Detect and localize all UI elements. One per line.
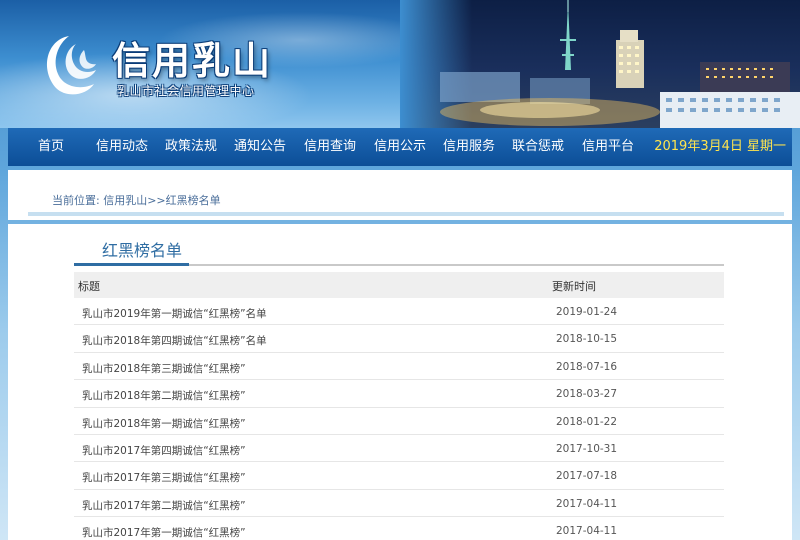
nav-item-services[interactable]: 信用服务 bbox=[443, 128, 495, 166]
section-title: 红黑榜名单 bbox=[102, 241, 183, 260]
column-header-updated: 更新时间 bbox=[552, 280, 596, 293]
nav-item-discipline[interactable]: 联合惩戒 bbox=[512, 128, 564, 166]
table-row[interactable]: 乳山市2018年第一期诚信“红黑榜” 2018-01-22 bbox=[74, 408, 724, 435]
row-date: 2018-07-16 bbox=[556, 360, 618, 373]
table-header: 标题 更新时间 bbox=[74, 272, 724, 298]
row-date: 2019-01-24 bbox=[556, 306, 618, 318]
row-date: 2017-10-31 bbox=[556, 442, 618, 455]
row-title-link[interactable]: 乳山市2017年第一期诚信“红黑榜” bbox=[82, 525, 246, 540]
table-row[interactable]: 乳山市2018年第四期诚信“红黑榜”名单 2018-10-15 bbox=[74, 325, 724, 353]
row-title-link[interactable]: 乳山市2018年第二期诚信“红黑榜” bbox=[82, 388, 246, 403]
nav-item-platform[interactable]: 信用平台 bbox=[582, 128, 634, 166]
column-header-title: 标题 bbox=[78, 280, 100, 293]
content-panel: 红黑榜名单 标题 更新时间 乳山市2019年第一期诚信“红黑榜”名单 2019-… bbox=[8, 224, 792, 540]
nav-item-home[interactable]: 首页 bbox=[38, 128, 64, 166]
list-table: 标题 更新时间 乳山市2019年第一期诚信“红黑榜”名单 2019-01-24 … bbox=[74, 272, 724, 540]
nav-item-news[interactable]: 信用动态 bbox=[96, 128, 148, 166]
main-nav: 首页 信用动态 政策法规 通知公告 信用查询 信用公示 信用服务 联合惩戒 信用… bbox=[8, 128, 792, 166]
row-title-link[interactable]: 乳山市2019年第一期诚信“红黑榜”名单 bbox=[82, 306, 267, 321]
table-row[interactable]: 乳山市2017年第三期诚信“红黑榜” 2017-07-18 bbox=[74, 462, 724, 490]
city-night-photo bbox=[400, 0, 800, 128]
header-banner: 信用乳山 乳山市社会信用管理中心 bbox=[0, 0, 800, 128]
row-title-link[interactable]: 乳山市2018年第四期诚信“红黑榜”名单 bbox=[82, 333, 267, 348]
row-title-link[interactable]: 乳山市2018年第一期诚信“红黑榜” bbox=[82, 416, 246, 431]
table-row[interactable]: 乳山市2018年第二期诚信“红黑榜” 2018-03-27 bbox=[74, 380, 724, 408]
table-row[interactable]: 乳山市2017年第四期诚信“红黑榜” 2017-10-31 bbox=[74, 435, 724, 463]
nav-item-notices[interactable]: 通知公告 bbox=[234, 128, 286, 166]
row-title-link[interactable]: 乳山市2017年第二期诚信“红黑榜” bbox=[82, 498, 246, 513]
row-title-link[interactable]: 乳山市2018年第三期诚信“红黑榜” bbox=[82, 361, 246, 376]
row-date: 2017-07-18 bbox=[556, 470, 618, 483]
row-date: 2017-04-11 bbox=[556, 497, 618, 510]
section-title-underline bbox=[74, 263, 189, 266]
table-row[interactable]: 乳山市2018年第三期诚信“红黑榜” 2018-07-16 bbox=[74, 353, 724, 381]
site-title: 信用乳山 bbox=[112, 38, 273, 83]
nav-item-policies[interactable]: 政策法规 bbox=[165, 128, 217, 166]
row-title-link[interactable]: 乳山市2017年第四期诚信“红黑榜” bbox=[82, 443, 246, 458]
row-date: 2018-03-27 bbox=[556, 388, 618, 401]
table-row[interactable]: 乳山市2019年第一期诚信“红黑榜”名单 2019-01-24 bbox=[74, 298, 724, 326]
breadcrumb-panel: 当前位置: 信用乳山>>红黑榜名单 bbox=[8, 170, 792, 220]
row-date: 2017-04-11 bbox=[556, 525, 618, 538]
site-subtitle: 乳山市社会信用管理中心 bbox=[117, 84, 255, 98]
wave-swirl-logo-icon bbox=[36, 30, 102, 100]
row-date: 2018-01-22 bbox=[556, 415, 618, 428]
row-date: 2018-10-15 bbox=[556, 333, 618, 346]
breadcrumb[interactable]: 当前位置: 信用乳山>>红黑榜名单 bbox=[52, 192, 221, 208]
current-date: 2019年3月4日 星期一 bbox=[654, 139, 786, 154]
table-row[interactable]: 乳山市2017年第一期诚信“红黑榜” 2017-04-11 bbox=[74, 517, 724, 540]
nav-item-query[interactable]: 信用查询 bbox=[304, 128, 356, 166]
row-title-link[interactable]: 乳山市2017年第三期诚信“红黑榜” bbox=[82, 470, 246, 485]
breadcrumb-divider bbox=[28, 212, 784, 216]
nav-item-publicity[interactable]: 信用公示 bbox=[374, 128, 426, 166]
table-row[interactable]: 乳山市2017年第二期诚信“红黑榜” 2017-04-11 bbox=[74, 490, 724, 518]
